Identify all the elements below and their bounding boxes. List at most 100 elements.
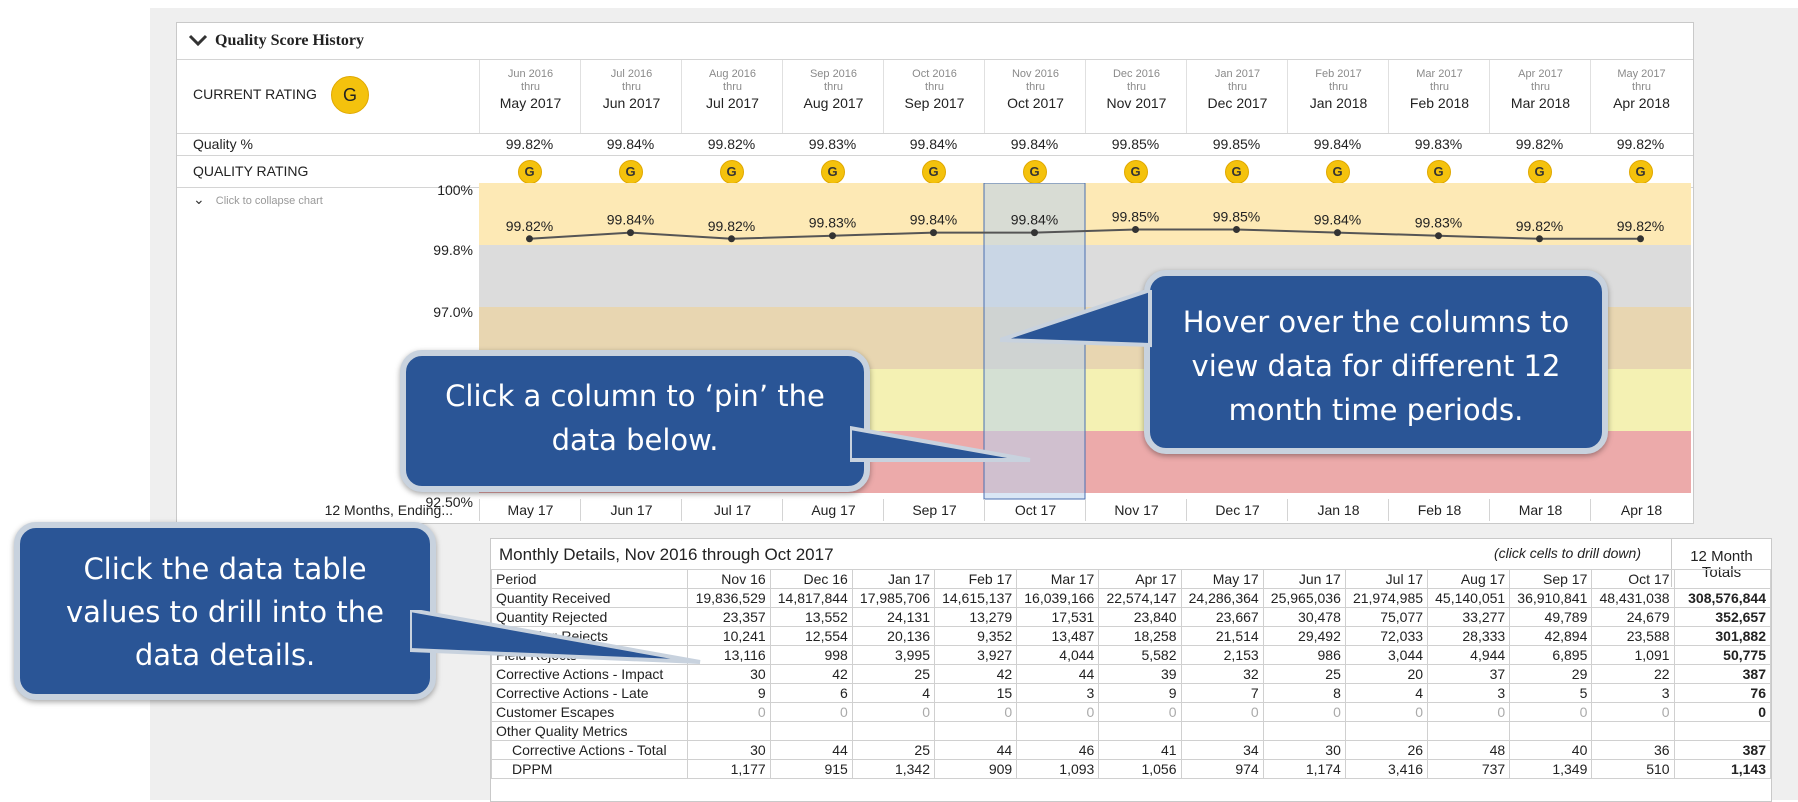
data-cell[interactable]: 1,342 <box>851 759 936 779</box>
quality-pct-cell[interactable]: 99.82% <box>479 136 580 152</box>
x-axis-tick-label[interactable]: Jan 18 <box>1287 499 1389 521</box>
data-cell[interactable]: 44 <box>769 740 853 760</box>
period-column-header[interactable]: Oct 2016 thru Sep 2017 <box>883 60 985 133</box>
period-column-header[interactable]: Aug 2016 thru Jul 2017 <box>681 60 783 133</box>
data-cell[interactable]: 0 <box>1180 702 1264 722</box>
data-cell[interactable]: 17,985,706 <box>851 588 936 608</box>
total-cell[interactable]: 387 <box>1673 740 1772 760</box>
data-cell[interactable]: 24,286,364 <box>1180 588 1264 608</box>
quality-pct-cell[interactable]: 99.84% <box>883 136 984 152</box>
quality-pct-cell[interactable]: 99.85% <box>1186 136 1287 152</box>
x-axis-tick-label[interactable]: Dec 17 <box>1186 499 1288 521</box>
data-cell[interactable]: 1,177 <box>687 759 771 779</box>
period-column-header[interactable]: Jun 2016 thru May 2017 <box>479 60 581 133</box>
total-cell[interactable]: 1,143 <box>1673 759 1772 779</box>
data-cell[interactable]: 13,487 <box>1016 626 1100 646</box>
x-axis-tick-label[interactable]: Aug 17 <box>782 499 884 521</box>
period-column-header[interactable]: Nov 2016 thru Oct 2017 <box>984 60 1086 133</box>
quality-rating-cell[interactable]: G <box>479 160 580 184</box>
data-cell[interactable]: 0 <box>769 702 853 722</box>
data-cell[interactable]: 0 <box>933 702 1018 722</box>
data-cell[interactable]: 3,416 <box>1344 759 1429 779</box>
data-cell[interactable]: 0 <box>851 702 936 722</box>
data-cell[interactable]: 20 <box>1344 664 1429 684</box>
data-cell[interactable]: 13,552 <box>769 607 853 627</box>
data-cell[interactable]: 737 <box>1427 759 1511 779</box>
data-cell[interactable]: 48 <box>1427 740 1511 760</box>
period-column-header[interactable]: Mar 2017 thru Feb 2018 <box>1388 60 1490 133</box>
data-cell[interactable]: 42 <box>933 664 1018 684</box>
x-axis-tick-label[interactable]: Sep 17 <box>883 499 985 521</box>
data-cell[interactable]: 40 <box>1509 740 1593 760</box>
data-cell[interactable]: 48,431,038 <box>1591 588 1675 608</box>
data-cell[interactable]: 18,258 <box>1098 626 1182 646</box>
data-cell[interactable]: 30,478 <box>1262 607 1346 627</box>
data-cell[interactable]: 1,093 <box>1016 759 1100 779</box>
data-cell[interactable]: 3 <box>1591 683 1675 703</box>
x-axis-tick-label[interactable]: Apr 18 <box>1590 499 1692 521</box>
data-cell[interactable]: 36 <box>1591 740 1675 760</box>
data-cell[interactable]: 0 <box>1427 702 1511 722</box>
data-cell[interactable]: 7 <box>1180 683 1264 703</box>
total-cell[interactable]: 352,657 <box>1673 607 1772 627</box>
panel-header[interactable]: Quality Score History <box>177 23 1693 60</box>
data-cell[interactable]: 21,514 <box>1180 626 1264 646</box>
data-cell[interactable]: 2,153 <box>1180 645 1264 665</box>
data-cell[interactable]: 19,836,529 <box>687 588 771 608</box>
data-cell[interactable]: 9 <box>1098 683 1182 703</box>
x-axis-tick-label[interactable]: Jul 17 <box>681 499 783 521</box>
data-cell[interactable]: 0 <box>1509 702 1593 722</box>
quality-rating-cell[interactable]: G <box>984 160 1085 184</box>
data-cell[interactable]: 32 <box>1180 664 1264 684</box>
data-cell[interactable]: 41 <box>1098 740 1182 760</box>
total-cell[interactable]: 0 <box>1673 702 1772 722</box>
data-cell[interactable]: 3 <box>1427 683 1511 703</box>
data-cell[interactable]: 39 <box>1098 664 1182 684</box>
data-cell[interactable]: 26 <box>1344 740 1429 760</box>
quality-rating-cell[interactable]: G <box>1489 160 1590 184</box>
data-cell[interactable]: 25 <box>1262 664 1346 684</box>
x-axis-tick-label[interactable]: Feb 18 <box>1388 499 1490 521</box>
quality-rating-cell[interactable]: G <box>1388 160 1489 184</box>
quality-pct-cell[interactable]: 99.82% <box>1590 136 1691 152</box>
period-column-header[interactable]: Sep 2016 thru Aug 2017 <box>782 60 884 133</box>
data-cell[interactable]: 42 <box>769 664 853 684</box>
data-cell[interactable]: 30 <box>687 740 771 760</box>
data-cell[interactable]: 12,554 <box>769 626 853 646</box>
data-cell[interactable]: 22,574,147 <box>1098 588 1182 608</box>
data-cell[interactable]: 1,349 <box>1509 759 1593 779</box>
total-cell[interactable]: 76 <box>1673 683 1772 703</box>
quality-rating-cell[interactable]: G <box>1085 160 1186 184</box>
data-cell[interactable]: 3,927 <box>933 645 1018 665</box>
data-cell[interactable]: 5,582 <box>1098 645 1182 665</box>
chevron-down-icon[interactable] <box>187 31 209 51</box>
quality-pct-cell[interactable]: 99.82% <box>681 136 782 152</box>
data-cell[interactable]: 13,279 <box>933 607 1018 627</box>
data-cell[interactable]: 17,531 <box>1016 607 1100 627</box>
data-cell[interactable]: 4,944 <box>1427 645 1511 665</box>
quality-pct-cell[interactable]: 99.82% <box>1489 136 1590 152</box>
data-cell[interactable]: 45,140,051 <box>1427 588 1511 608</box>
data-cell[interactable]: 14,817,844 <box>769 588 853 608</box>
data-cell[interactable]: 14,615,137 <box>933 588 1018 608</box>
data-cell[interactable]: 8 <box>1262 683 1346 703</box>
period-column-header[interactable]: May 2017 thru Apr 2018 <box>1590 60 1692 133</box>
quality-rating-cell[interactable]: G <box>1186 160 1287 184</box>
data-cell[interactable]: 4,044 <box>1016 645 1100 665</box>
data-cell[interactable]: 16,039,166 <box>1016 588 1100 608</box>
data-cell[interactable]: 9 <box>687 683 771 703</box>
data-cell[interactable]: 9,352 <box>933 626 1018 646</box>
quality-pct-cell[interactable]: 99.84% <box>1287 136 1388 152</box>
period-column-header[interactable]: Jul 2016 thru Jun 2017 <box>580 60 682 133</box>
data-cell[interactable]: 46 <box>1016 740 1100 760</box>
period-column-header[interactable]: Dec 2016 thru Nov 2017 <box>1085 60 1187 133</box>
data-cell[interactable]: 0 <box>1591 702 1675 722</box>
data-cell[interactable]: 25 <box>851 740 936 760</box>
quality-rating-cell[interactable]: G <box>883 160 984 184</box>
data-cell[interactable]: 0 <box>687 702 771 722</box>
data-cell[interactable]: 44 <box>1016 664 1100 684</box>
quality-rating-cell[interactable]: G <box>1287 160 1388 184</box>
data-cell[interactable]: 34 <box>1180 740 1264 760</box>
x-axis-tick-label[interactable]: Oct 17 <box>984 499 1086 521</box>
data-cell[interactable]: 23,840 <box>1098 607 1182 627</box>
